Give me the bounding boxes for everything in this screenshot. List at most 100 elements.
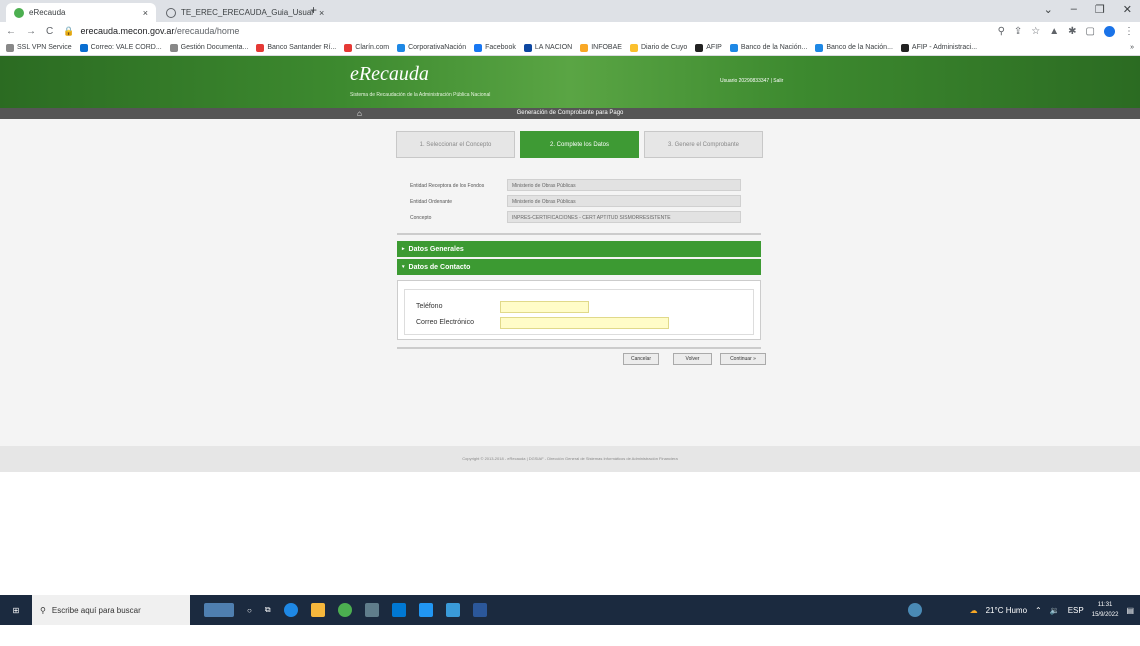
step-3[interactable]: 3. Genere el Comprobante bbox=[644, 131, 763, 158]
bookmark-item[interactable]: Correo: VALE CORD... bbox=[79, 43, 162, 52]
share-icon[interactable]: ⇪ bbox=[1014, 26, 1022, 37]
tab-search-icon[interactable]: ⌄ bbox=[1044, 3, 1053, 16]
email-label: Correo Electrónico bbox=[416, 319, 474, 326]
taskbar-search[interactable]: ⚲ Escribe aquí para buscar bbox=[32, 595, 190, 625]
contact-panel: Teléfono Correo Electrónico bbox=[397, 280, 761, 340]
chevron-icon: ▸ bbox=[402, 246, 405, 252]
user-info-link[interactable]: Usuario 20290833347 | Salir bbox=[720, 78, 783, 84]
chevron-up-icon[interactable]: ⌃ bbox=[1035, 606, 1042, 615]
info-value: Ministerio de Obras Públicas bbox=[507, 179, 741, 191]
minimize-icon[interactable]: – bbox=[1071, 3, 1077, 16]
chevron-down-icon: ▾ bbox=[402, 264, 405, 270]
bookmark-item[interactable]: LA NACION bbox=[523, 43, 572, 52]
bookmarks-bar: SSL VPN Service Correo: VALE CORD... Ges… bbox=[0, 40, 1140, 56]
volume-icon[interactable]: 🔉 bbox=[1050, 606, 1060, 615]
bookmark-item[interactable]: Gestión Documenta... bbox=[169, 43, 248, 52]
phone-field[interactable] bbox=[500, 301, 589, 313]
bookmark-item[interactable]: Diario de Cuyo bbox=[629, 43, 687, 52]
phone-label: Teléfono bbox=[416, 303, 443, 310]
bookmark-item[interactable]: AFIP - Administraci... bbox=[900, 43, 977, 52]
info-label: Entidad Ordenante bbox=[410, 199, 452, 205]
weather-text[interactable]: 21°C Humo bbox=[986, 606, 1027, 615]
cancel-button[interactable]: Cancelar bbox=[623, 353, 659, 365]
close-icon[interactable]: × bbox=[319, 8, 324, 18]
bookmark-item[interactable]: Banco de la Nación... bbox=[729, 43, 807, 52]
restore-icon[interactable]: ❐ bbox=[1095, 3, 1105, 16]
zoom-icon[interactable]: ⚲ bbox=[998, 26, 1005, 37]
section-datos-generales[interactable]: ▸ Datos Generales bbox=[397, 241, 761, 257]
toolbar-icons: ⚲ ⇪ ☆ ▲ ✱ ▢ ⋮ bbox=[998, 25, 1134, 37]
word-icon[interactable] bbox=[472, 603, 487, 617]
section-datos-contacto[interactable]: ▾ Datos de Contacto bbox=[397, 259, 761, 275]
lang-indicator[interactable]: ESP bbox=[1068, 606, 1084, 615]
email-field[interactable] bbox=[500, 317, 669, 329]
notification-icon[interactable]: ▤ bbox=[1126, 606, 1134, 615]
tab-erecauda[interactable]: eRecauda × bbox=[6, 3, 156, 22]
back-button[interactable]: Volver bbox=[673, 353, 712, 365]
bookmark-item[interactable]: INFOBAE bbox=[580, 43, 622, 52]
extensions-puzzle-icon[interactable]: ✱ bbox=[1068, 26, 1076, 37]
photos-icon[interactable] bbox=[418, 603, 433, 617]
outlook-icon[interactable] bbox=[391, 603, 406, 617]
erecauda-logo[interactable]: eRecauda bbox=[350, 63, 429, 86]
url-host: erecauda.mecon.gov.ar bbox=[80, 26, 175, 36]
profile-avatar-icon[interactable] bbox=[1104, 25, 1115, 37]
info-value: Ministerio de Obras Públicas bbox=[507, 195, 741, 207]
bookmark-item[interactable]: AFIP bbox=[695, 43, 722, 52]
bookmark-item[interactable]: Banco Santander Rí... bbox=[256, 43, 336, 52]
bookmark-item[interactable]: Clarín.com bbox=[344, 43, 389, 52]
more-bookmarks-icon[interactable]: » bbox=[1130, 44, 1134, 51]
cortana-icon[interactable]: ○ bbox=[247, 606, 252, 615]
site-header: eRecauda Sistema de Recaudación de la Ad… bbox=[0, 56, 1140, 108]
tab-guia[interactable]: TE_EREC_ERECAUDA_Guia_Usuar × bbox=[158, 3, 324, 22]
windows-start-icon[interactable]: ⊞ bbox=[0, 606, 32, 615]
menu-icon[interactable]: ⋮ bbox=[1124, 26, 1134, 37]
address-bar-row: ← → C 🔒 erecauda.mecon.gov.ar/erecauda/h… bbox=[0, 22, 1140, 40]
main-content: 1. Seleccionar el Concepto 2. Complete l… bbox=[0, 119, 1140, 446]
tab-label: eRecauda bbox=[29, 8, 66, 17]
clock[interactable]: 11:31 15/9/2022 bbox=[1092, 600, 1119, 620]
close-icon[interactable]: × bbox=[143, 8, 148, 18]
bookmark-item[interactable]: SSL VPN Service bbox=[6, 43, 72, 52]
extension-icon[interactable]: ▲ bbox=[1049, 26, 1059, 37]
windows-taskbar: ⊞ ⚲ Escribe aquí para buscar ○ ⧉ ☁ 21°C … bbox=[0, 595, 1140, 625]
divider bbox=[397, 233, 761, 235]
bookmark-item[interactable]: CorporativaNación bbox=[397, 43, 466, 52]
close-window-icon[interactable]: ✕ bbox=[1123, 3, 1132, 16]
reload-icon[interactable]: C bbox=[46, 26, 53, 37]
nav-bar: ⌂ Generación de Comprobante para Pago bbox=[0, 108, 1140, 119]
logo-subtitle: Sistema de Recaudación de la Administrac… bbox=[350, 92, 491, 98]
edge-icon[interactable] bbox=[283, 603, 298, 617]
search-highlight-icon[interactable] bbox=[204, 603, 234, 617]
page-title: Generación de Comprobante para Pago bbox=[516, 110, 624, 116]
tab-label: TE_EREC_ERECAUDA_Guia_Usuar bbox=[181, 8, 314, 17]
info-label: Entidad Receptora de los Fondos bbox=[410, 183, 485, 189]
network-app-icon[interactable] bbox=[907, 603, 922, 617]
lock-icon: 🔒 bbox=[63, 25, 75, 36]
bookmark-item[interactable]: Banco de la Nación... bbox=[815, 43, 893, 52]
info-value: INPRES-CERTIFICACIONES - CERT APTITUD SI… bbox=[507, 211, 741, 223]
file-explorer-icon[interactable] bbox=[310, 603, 325, 617]
system-tray: ☁ 21°C Humo ⌃ 🔉 ESP 11:31 15/9/2022 ▤ bbox=[907, 600, 1134, 620]
forward-icon[interactable]: → bbox=[26, 26, 36, 37]
task-view-icon[interactable]: ⧉ bbox=[265, 605, 271, 615]
window-controls: ⌄ – ❐ ✕ bbox=[1044, 3, 1132, 16]
contact-form: Teléfono Correo Electrónico bbox=[404, 289, 754, 335]
app-icon[interactable] bbox=[445, 603, 460, 617]
sidepanel-icon[interactable]: ▢ bbox=[1086, 26, 1095, 37]
calculator-icon[interactable] bbox=[364, 603, 379, 617]
bookmark-item[interactable]: Facebook bbox=[474, 43, 516, 52]
continue-button[interactable]: Continuar » bbox=[720, 353, 766, 365]
taskbar-apps: ○ ⧉ bbox=[204, 603, 487, 617]
bookmark-star-icon[interactable]: ☆ bbox=[1031, 26, 1040, 37]
url-field[interactable]: 🔒 erecauda.mecon.gov.ar/erecauda/home bbox=[63, 26, 987, 37]
new-tab-button[interactable]: + bbox=[310, 3, 317, 17]
step-1[interactable]: 1. Seleccionar el Concepto bbox=[396, 131, 515, 158]
step-2[interactable]: 2. Complete los Datos bbox=[520, 131, 639, 158]
back-icon[interactable]: ← bbox=[6, 26, 16, 37]
footer-copyright: Copyright © 2013-2018 - eRecauda | DGSIA… bbox=[0, 446, 1140, 472]
info-label: Concepto bbox=[410, 215, 432, 221]
erecauda-favicon-icon bbox=[14, 7, 24, 18]
chrome-icon[interactable] bbox=[337, 603, 352, 617]
divider bbox=[397, 347, 761, 349]
